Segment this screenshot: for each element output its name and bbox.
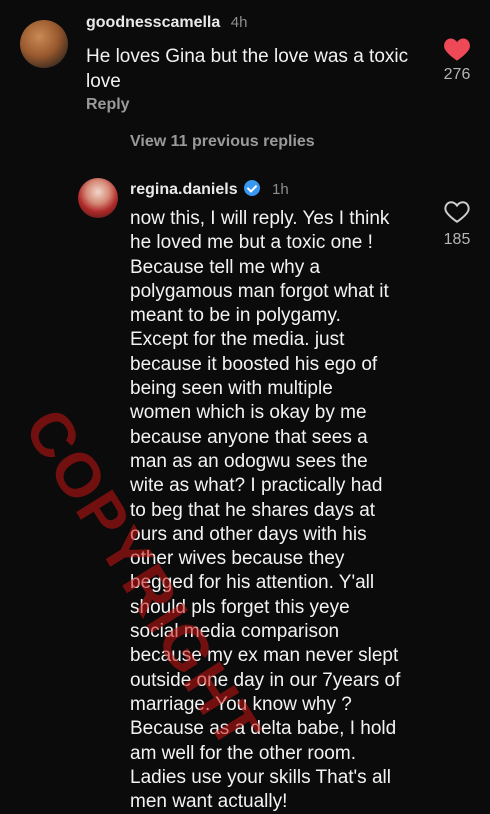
reply-button[interactable]: Reply xyxy=(86,96,130,114)
like-count: 185 xyxy=(443,231,471,248)
verified-badge-icon xyxy=(243,180,260,196)
avatar[interactable] xyxy=(78,178,118,218)
comment-header: goodnesscamella 4h xyxy=(86,14,247,32)
comment-text: now this, I will reply. Yes I think he l… xyxy=(130,208,401,813)
avatar[interactable] xyxy=(20,20,68,68)
heart-outline-icon[interactable] xyxy=(444,200,470,224)
timestamp: 1h xyxy=(272,181,289,198)
timestamp: 4h xyxy=(230,14,248,31)
like-count: 276 xyxy=(443,66,471,83)
view-previous-replies-button[interactable]: View 11 previous replies xyxy=(130,133,315,151)
comment-header: regina.daniels 1h xyxy=(130,180,289,199)
username[interactable]: goodnesscamella xyxy=(86,14,220,31)
comment-text: He loves Gina but the love was a toxic l… xyxy=(86,46,409,92)
heart-filled-icon[interactable] xyxy=(443,36,471,62)
username[interactable]: regina.daniels xyxy=(130,181,238,198)
